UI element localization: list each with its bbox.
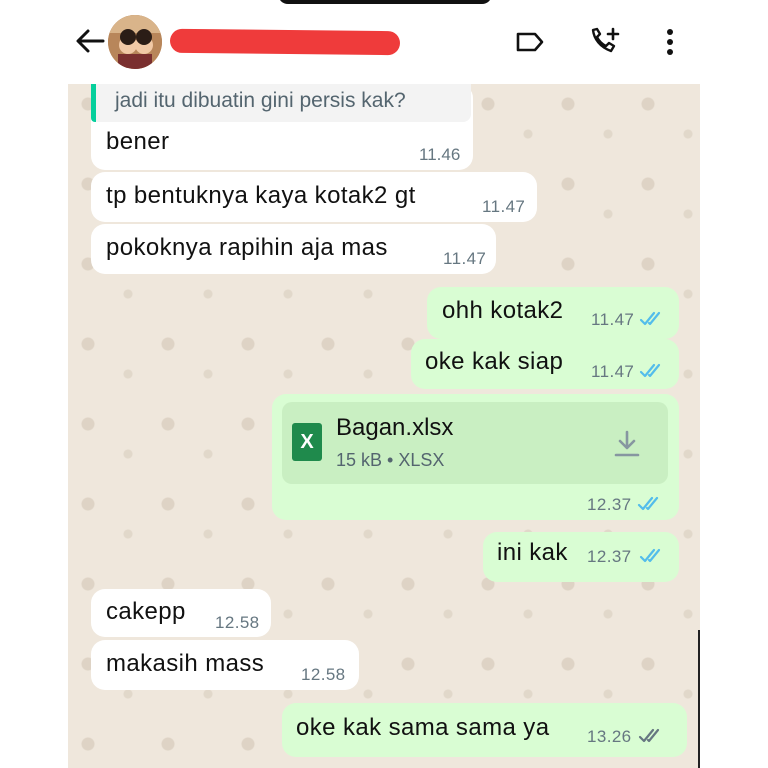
message-time: 11.46 [419,145,461,164]
message-time: 12.37 [587,495,632,514]
message-text: cakepp [106,598,186,625]
more-options-button[interactable] [652,24,688,60]
message-time: 11.47 [591,362,635,381]
read-ticks-icon [639,363,661,378]
message-text: makasih mass [106,650,265,677]
message-text: oke kak sama sama ya [296,714,550,741]
message-bubble-outgoing[interactable]: ini kak 12.37 [483,532,679,582]
more-vertical-icon [667,29,673,55]
camera-notch [278,0,492,4]
quoted-text: jadi itu dibuatin gini persis kak? [115,89,406,112]
message-bubble-outgoing[interactable]: oke kak sama sama ya 13.26 [282,703,687,757]
quoted-message[interactable]: jadi itu dibuatin gini persis kak? [91,84,471,122]
message-text: tp bentuknya kaya kotak2 gt [106,182,416,209]
message-text: oke kak siap [425,348,564,375]
download-button[interactable] [609,426,645,462]
message-bubble-outgoing[interactable]: oke kak siap 11.47 [411,339,679,389]
message-time: 11.47 [591,310,635,329]
read-ticks-icon [639,311,661,326]
quote-bar [91,84,96,122]
document-file-name: Bagan.xlsx [336,414,454,441]
contact-avatar[interactable] [108,15,162,69]
chat-header [0,0,768,84]
label-tag-icon [516,32,544,52]
excel-file-icon: X [292,423,322,461]
message-text: ohh kotak2 [442,297,564,324]
message-text: ini kak [497,539,568,566]
message-time: 12.58 [301,665,346,684]
arrow-left-icon [76,29,105,53]
scrollbar-edge [698,630,700,768]
add-call-icon [591,27,620,53]
download-icon [614,430,640,457]
message-time: 12.37 [587,547,632,566]
message-bubble-incoming[interactable]: tp bentuknya kaya kotak2 gt 11.47 [91,172,537,222]
message-time: 11.47 [482,197,526,216]
read-ticks-icon [637,496,659,511]
message-bubble-incoming[interactable]: cakepp 12.58 [91,589,271,637]
read-ticks-icon [639,548,661,563]
message-time: 12.58 [215,613,260,632]
message-bubble-incoming[interactable]: makasih mass 12.58 [91,640,359,690]
add-call-button[interactable] [586,24,622,60]
message-text: bener [106,128,170,155]
contact-name-redaction[interactable] [169,28,401,56]
message-time: 11.47 [443,249,487,268]
message-bubble-outgoing[interactable]: ohh kotak2 11.47 [427,287,679,339]
message-bubble-incoming[interactable]: pokoknya rapihin aja mas 11.47 [91,224,496,274]
document-attachment[interactable]: X Bagan.xlsx 15 kB • XLSX [282,402,668,484]
document-file-meta: 15 kB • XLSX [336,450,445,470]
delivered-ticks-icon [638,728,660,743]
message-text: pokoknya rapihin aja mas [106,234,388,261]
label-button[interactable] [512,24,548,60]
message-time: 13.26 [587,727,632,746]
back-button[interactable] [72,26,108,56]
